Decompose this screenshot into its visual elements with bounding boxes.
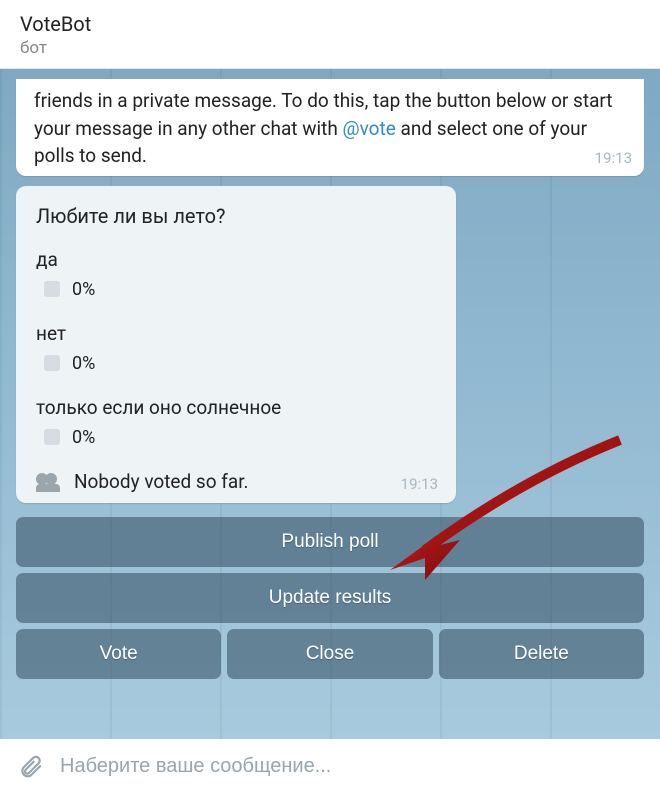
poll-percent: 0% <box>72 427 95 448</box>
update-results-button[interactable]: Update results <box>16 573 644 623</box>
mention-link[interactable]: @vote <box>343 117 396 140</box>
delete-button[interactable]: Delete <box>439 629 644 679</box>
publish-poll-button[interactable]: Publish poll <box>16 517 644 567</box>
chat-area: friends in a private message. To do this… <box>0 69 660 739</box>
poll-option-label: да <box>36 248 436 271</box>
people-icon <box>36 473 64 489</box>
intro-message: friends in a private message. To do this… <box>16 79 644 176</box>
chat-subtitle: бот <box>20 38 640 58</box>
chat-title: VoteBot <box>20 12 640 36</box>
poll-percent: 0% <box>72 353 95 374</box>
vote-button[interactable]: Vote <box>16 629 221 679</box>
close-button[interactable]: Close <box>227 629 432 679</box>
poll-title: Любите ли вы лето? <box>36 204 436 228</box>
inline-button-row: Vote Close Delete <box>16 629 644 679</box>
intro-time: 19:13 <box>595 148 632 170</box>
poll-message: Любите ли вы лето? да 0% нет 0% только е… <box>16 186 456 503</box>
poll-footer-text: Nobody voted so far. <box>74 470 249 493</box>
poll-footer: Nobody voted so far. <box>36 470 436 493</box>
checkbox-icon <box>44 355 60 371</box>
checkbox-icon <box>44 281 60 297</box>
input-bar <box>0 739 660 793</box>
poll-option-label: только если оно солнечное <box>36 396 436 419</box>
poll-option-label: нет <box>36 322 436 345</box>
poll-percent: 0% <box>72 279 95 300</box>
attach-icon[interactable] <box>18 753 44 779</box>
chat-header: VoteBot бот <box>0 0 660 69</box>
poll-option[interactable]: только если оно солнечное 0% <box>36 396 436 448</box>
message-input[interactable] <box>60 755 642 778</box>
checkbox-icon <box>44 429 60 445</box>
poll-option[interactable]: да 0% <box>36 248 436 300</box>
poll-option[interactable]: нет 0% <box>36 322 436 374</box>
poll-time: 19:13 <box>401 475 438 493</box>
